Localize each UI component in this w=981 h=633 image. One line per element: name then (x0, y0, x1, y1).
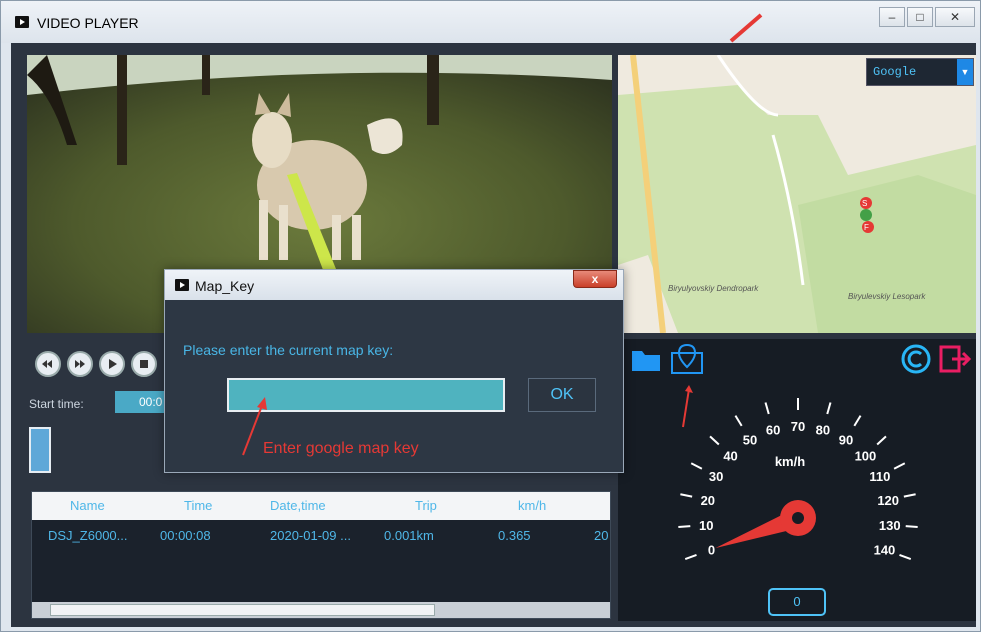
dialog-prompt: Please enter the current map key: (183, 342, 394, 358)
dialog-close-button[interactable]: x (573, 270, 617, 288)
dialog-app-icon (175, 279, 189, 291)
app-window: VIDEO PLAYER – □ ✕ S F Biryulyovskiy Den… (0, 0, 981, 632)
annotation-text: Enter google map key (263, 440, 419, 457)
map-key-dialog: Map_Key x Please enter the current map k… (164, 269, 624, 473)
dialog-title-bar: Map_Key x (165, 270, 623, 300)
dialog-title: Map_Key (195, 278, 255, 294)
ok-button[interactable]: OK (528, 378, 596, 412)
